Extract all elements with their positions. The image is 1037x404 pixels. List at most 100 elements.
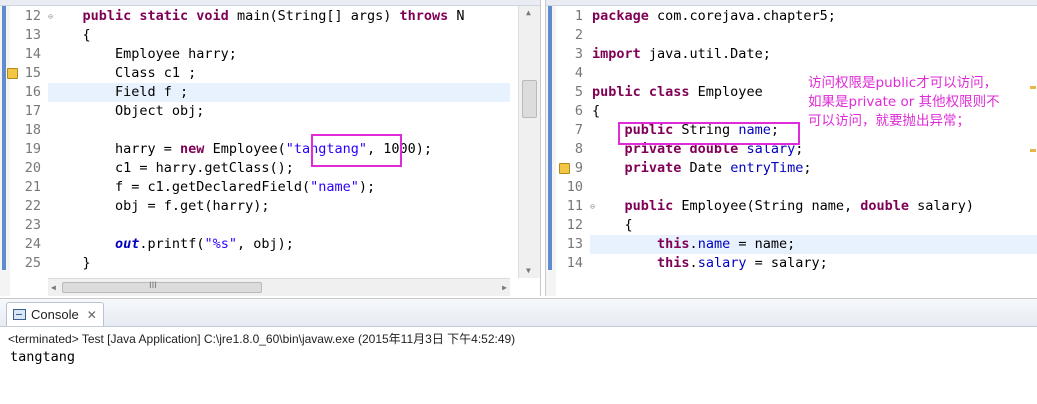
vertical-scrollbar[interactable]: ▲ ▼: [518, 6, 540, 278]
code-token: {: [592, 217, 633, 233]
scroll-up-arrow-icon[interactable]: ▲: [526, 8, 531, 18]
code-token: public: [624, 198, 682, 214]
scroll-right-arrow-icon[interactable]: ▶: [502, 283, 507, 293]
code-token: name: [697, 236, 731, 252]
code-token: .: [689, 236, 698, 252]
code-token: Employee harry;: [50, 46, 237, 62]
code-token: salary: [746, 141, 796, 157]
horizontal-scrollbar-thumb[interactable]: III: [62, 281, 262, 293]
line-number: 16: [24, 84, 41, 100]
line-number-gutter: 1 2 3 4 5 6 7 8 9 10 11 ⊖ 12 13 14: [559, 7, 595, 273]
code-line[interactable]: [48, 216, 510, 235]
console-status-text: <terminated> Test [Java Application] C:\…: [8, 332, 516, 346]
line-number: 5: [574, 84, 583, 100]
code-line[interactable]: this.name = name;: [590, 235, 1037, 254]
code-line[interactable]: public static void main(String[] args) t…: [48, 7, 510, 26]
code-line[interactable]: Field f ;: [48, 83, 510, 102]
warning-icon[interactable]: [7, 68, 18, 79]
code-line[interactable]: [590, 178, 1037, 197]
overview-warning-mark[interactable]: [1030, 149, 1036, 152]
line-number: 21: [24, 179, 41, 195]
code-token: harry =: [50, 141, 181, 157]
warning-icon[interactable]: [559, 163, 570, 174]
console-output-text[interactable]: tangtang: [10, 349, 75, 365]
code-line[interactable]: private Date entryTime;: [590, 159, 1037, 178]
tab-console[interactable]: Console ✕: [6, 302, 104, 326]
line-number: 19: [24, 141, 41, 157]
code-token: String: [681, 122, 739, 138]
editor-test-java[interactable]: 12 ⊖ 13 14 15 16 17 18 19 20 21 22 23 24 25 public sta…: [0, 0, 541, 296]
code-token: ;: [803, 160, 812, 176]
line-number: 17: [24, 103, 41, 119]
code-line[interactable]: {: [48, 26, 510, 45]
code-line[interactable]: [48, 121, 510, 140]
code-token: Date: [689, 160, 731, 176]
code-line[interactable]: f = c1.getDeclaredField("name");: [48, 178, 510, 197]
code-token: Employee: [697, 84, 763, 100]
code-token: Field f ;: [50, 84, 189, 100]
code-line[interactable]: c1 = harry.getClass();: [48, 159, 510, 178]
horizontal-scrollbar[interactable]: ◀ III ▶: [48, 278, 510, 296]
line-number: 11 ⊖: [566, 198, 595, 214]
code-token: salary: [697, 255, 747, 271]
code-token: "tangtang": [285, 141, 367, 157]
line-number: 23: [24, 217, 41, 233]
code-line[interactable]: Employee harry;: [48, 45, 510, 64]
code-line[interactable]: import java.util.Date;: [590, 45, 1037, 64]
code-token: name: [738, 122, 771, 138]
code-token: {: [50, 27, 91, 43]
line-number: 15: [7, 64, 44, 83]
left-ruler: [0, 6, 10, 296]
code-token: "name": [310, 179, 359, 195]
code-token: N: [448, 8, 465, 24]
code-token: }: [50, 255, 91, 271]
line-number: 12: [566, 217, 583, 233]
code-line[interactable]: }: [48, 254, 510, 273]
code-line[interactable]: out.printf("%s", obj);: [48, 235, 510, 254]
code-line[interactable]: private double salary;: [590, 140, 1037, 159]
code-line[interactable]: Class c1 ;: [48, 64, 510, 83]
code-line[interactable]: public Employee(String name, double sala…: [590, 197, 1037, 216]
code-line[interactable]: this.salary = salary;: [590, 254, 1037, 273]
code-token: public static void: [82, 8, 237, 24]
code-token: out: [115, 236, 140, 252]
code-token: java.util.Date;: [648, 46, 771, 62]
code-line[interactable]: Object obj;: [48, 102, 510, 121]
code-line[interactable]: harry = new Employee("tangtang", 1000);: [48, 140, 510, 159]
console-icon: [13, 309, 26, 320]
code-area[interactable]: public static void main(String[] args) t…: [48, 7, 510, 273]
code-line[interactable]: [590, 26, 1037, 45]
overview-ruler[interactable]: [1029, 6, 1037, 278]
close-icon[interactable]: ✕: [84, 308, 97, 322]
ruler-mark: [2, 6, 6, 270]
scrollbar-thumb[interactable]: [522, 80, 537, 118]
code-line[interactable]: package com.corejava.chapter5;: [590, 7, 1037, 26]
line-number: 8: [574, 141, 583, 157]
scroll-down-arrow-icon[interactable]: ▼: [526, 266, 531, 276]
right-ruler: [546, 6, 556, 296]
code-token: Employee(String name,: [681, 198, 861, 214]
line-number: 3: [574, 46, 583, 62]
editor-employee-java[interactable]: 1 2 3 4 5 6 7 8 9 10 11 ⊖ 12 13 14 package com.corejav…: [545, 0, 1037, 296]
code-token: public: [624, 122, 682, 138]
line-number: 9: [559, 159, 586, 178]
line-number: 12 ⊖: [24, 8, 53, 24]
console-view[interactable]: Console ✕ <terminated> Test [Java Applic…: [0, 298, 1037, 404]
line-number-gutter: 12 ⊖ 13 14 15 16 17 18 19 20 21 22 23 24 25: [7, 7, 53, 273]
scroll-left-arrow-icon[interactable]: ◀: [51, 283, 56, 293]
line-number: 2: [574, 27, 583, 43]
code-token: this: [657, 236, 690, 252]
code-token: salary): [917, 198, 975, 214]
code-token: private: [624, 160, 690, 176]
code-token: .printf(: [139, 236, 205, 252]
code-line[interactable]: obj = f.get(harry);: [48, 197, 510, 216]
code-area[interactable]: package com.corejava.chapter5; import jav…: [590, 7, 1037, 273]
code-line[interactable]: {: [590, 216, 1037, 235]
code-token: import: [592, 46, 649, 62]
